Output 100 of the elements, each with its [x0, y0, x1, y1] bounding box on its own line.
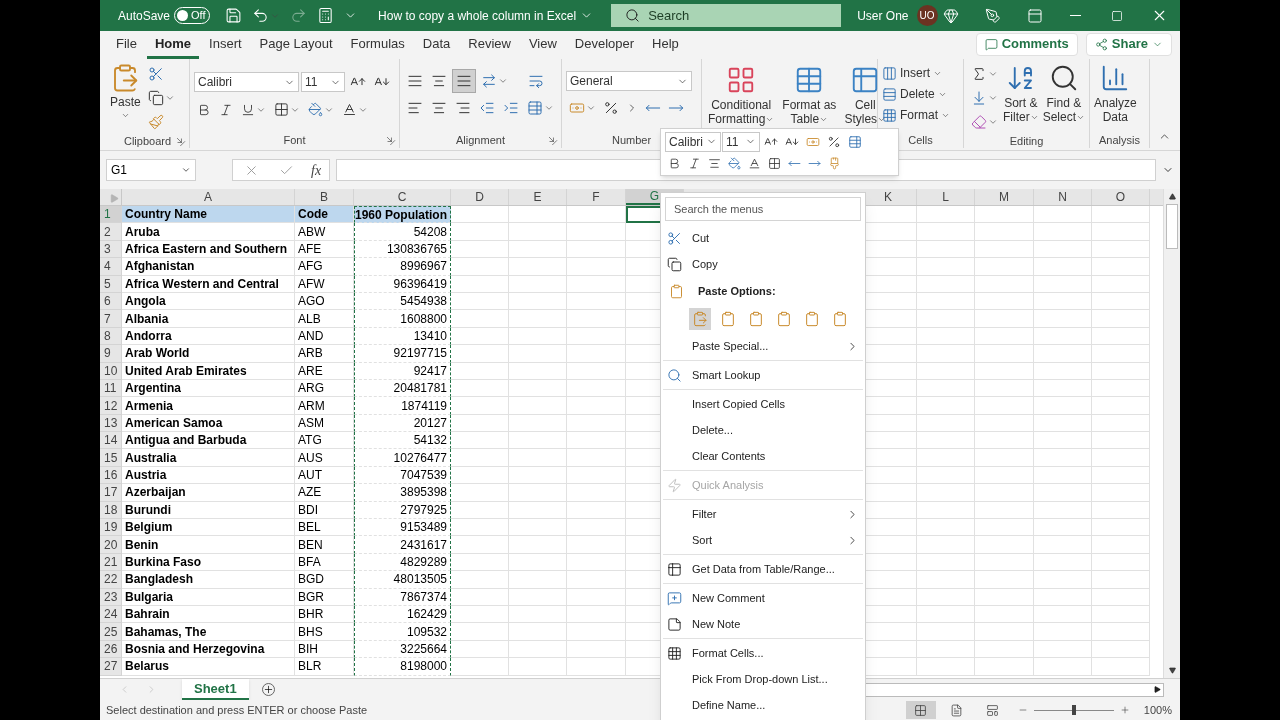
cell-value[interactable]: ARM [295, 397, 354, 415]
search-field[interactable]: Search [611, 4, 842, 27]
cell-value[interactable]: AUT [295, 466, 354, 485]
cell-value[interactable]: AUS [295, 449, 354, 467]
cell-value[interactable]: 8198000 [354, 658, 451, 676]
ribbon-tab[interactable]: Developer [566, 31, 643, 59]
cell-value[interactable]: Bulgaria [122, 588, 295, 606]
user-avatar[interactable]: UO [916, 5, 938, 26]
column-header[interactable]: E [509, 189, 567, 205]
row-header[interactable]: 22 [100, 571, 122, 589]
cell-value[interactable]: American Samoa [122, 414, 295, 433]
menu-item[interactable]: Delete... [661, 417, 865, 443]
row-header[interactable]: 7 [100, 310, 122, 328]
cell-value[interactable]: Belarus [122, 658, 295, 676]
comments-button[interactable]: Comments [975, 32, 1078, 56]
cell-value[interactable]: 92197715 [354, 345, 451, 363]
cell-value[interactable]: ARB [295, 345, 354, 363]
cell-value[interactable]: Benin [122, 536, 295, 554]
menu-item[interactable]: Cut [661, 225, 865, 251]
document-title[interactable]: How to copy a whole column in Excel [378, 6, 594, 25]
row-header[interactable]: 2 [100, 223, 122, 241]
cell-value[interactable]: AFE [295, 240, 354, 259]
cell-value[interactable]: 54132 [354, 432, 451, 450]
cell-value[interactable]: 20481781 [354, 379, 451, 398]
row-header[interactable]: 19 [100, 519, 122, 537]
ribbon-tab[interactable]: View [520, 31, 565, 59]
name-box[interactable]: G1 [106, 159, 196, 181]
sheet-tab[interactable]: Sheet1 [182, 679, 249, 700]
font-size-field[interactable]: 11 [301, 72, 345, 92]
cell-value[interactable]: Angola [122, 292, 295, 311]
cell-value[interactable]: BEL [295, 519, 354, 537]
ribbon-tab[interactable]: Insert [201, 31, 250, 59]
row-header[interactable]: 27 [100, 658, 122, 676]
cell-value[interactable]: AGO [295, 292, 354, 311]
cell-value[interactable]: Andorra [122, 327, 295, 346]
cell-value[interactable]: BGR [295, 588, 354, 606]
row-header[interactable]: 20 [100, 536, 122, 554]
cell-value[interactable]: Country Name [122, 206, 295, 224]
cell-value[interactable]: AZE [295, 484, 354, 502]
menu-item[interactable]: Paste Special... [661, 333, 865, 359]
font-name-field[interactable]: Calibri [194, 72, 299, 92]
row-header[interactable]: 4 [100, 258, 122, 276]
menu-item[interactable]: Define Name... [661, 692, 865, 718]
analyze-data-button[interactable]: Analyze Data [1094, 63, 1137, 124]
row-header[interactable]: 25 [100, 623, 122, 641]
number-format-field[interactable]: General [566, 71, 692, 91]
cell-value[interactable]: Australia [122, 449, 295, 467]
cell-value[interactable]: Bangladesh [122, 571, 295, 589]
ribbon-tab[interactable]: Formulas [342, 31, 413, 59]
column-header[interactable]: O [1092, 189, 1150, 205]
cell-value[interactable]: 162429 [354, 606, 451, 624]
row-header[interactable]: 17 [100, 484, 122, 502]
cell-value[interactable]: 20127 [354, 414, 451, 433]
menu-item[interactable]: Format Cells... [661, 640, 865, 666]
cell-value[interactable]: AFG [295, 258, 354, 276]
cell-value[interactable]: ATG [295, 432, 354, 450]
paste-button[interactable]: Paste [110, 63, 141, 120]
cell-value[interactable]: BHS [295, 623, 354, 641]
cell-value[interactable]: 1874119 [354, 397, 451, 415]
cell-value[interactable]: Azerbaijan [122, 484, 295, 502]
menu-item[interactable]: Smart Lookup [661, 362, 865, 388]
cell-value[interactable]: 3895398 [354, 484, 451, 502]
cell-value[interactable]: Bosnia and Herzegovina [122, 640, 295, 659]
cell-value[interactable]: ALB [295, 310, 354, 328]
cell-value[interactable]: 48013505 [354, 571, 451, 589]
row-header[interactable]: 14 [100, 432, 122, 450]
ribbon-tab[interactable]: File [108, 31, 145, 59]
ribbon-tab[interactable]: Help [644, 31, 687, 59]
column-header[interactable]: A [122, 189, 295, 205]
menu-item[interactable]: Pick From Drop-down List... [661, 666, 865, 692]
cell-value[interactable]: 1608800 [354, 310, 451, 328]
cell-value[interactable]: Aruba [122, 223, 295, 241]
insert-function-button[interactable]: fx [311, 159, 322, 181]
cell-value[interactable]: 7867374 [354, 588, 451, 606]
menu-item[interactable]: New Note [661, 611, 865, 637]
menu-item[interactable]: Sort [661, 527, 865, 553]
menu-item[interactable]: Filter [661, 501, 865, 527]
cell-value[interactable]: BDI [295, 501, 354, 520]
cell-value[interactable]: Afghanistan [122, 258, 295, 276]
row-header[interactable]: 12 [100, 397, 122, 415]
column-header[interactable]: C [354, 189, 451, 205]
cell-value[interactable]: BIH [295, 640, 354, 659]
cell-value[interactable]: 8996967 [354, 258, 451, 276]
ribbon-tab[interactable]: Data [414, 31, 459, 59]
cell-value[interactable]: BGD [295, 571, 354, 589]
cell-value[interactable]: Austria [122, 466, 295, 485]
cell-value[interactable]: AFW [295, 275, 354, 293]
cell-value[interactable]: BLR [295, 658, 354, 676]
row-header[interactable]: 1 [100, 206, 122, 224]
row-header[interactable]: 9 [100, 345, 122, 363]
cell-value[interactable]: 3225664 [354, 640, 451, 659]
column-header[interactable]: L [917, 189, 975, 205]
cell-value[interactable]: BFA [295, 553, 354, 572]
cell-value[interactable]: 5454938 [354, 292, 451, 311]
column-header[interactable]: B [295, 189, 354, 205]
cell-value[interactable]: Burundi [122, 501, 295, 520]
cell-value[interactable]: United Arab Emirates [122, 362, 295, 380]
menu-item[interactable]: New Comment [661, 585, 865, 611]
cell-value[interactable]: 109532 [354, 623, 451, 641]
cell-value[interactable]: ASM [295, 414, 354, 433]
